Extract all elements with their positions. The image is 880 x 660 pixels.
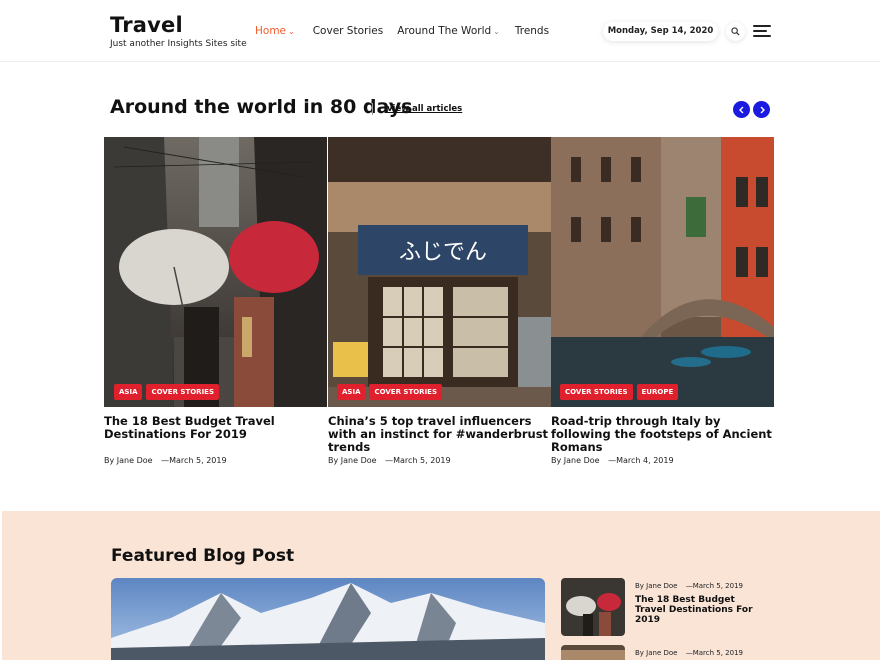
section-title: Around the world in 80 days (110, 96, 413, 118)
chevron-down-icon: ⌄ (493, 27, 500, 36)
venice-canal-photo (551, 137, 774, 407)
article-title[interactable]: China’s 5 top travel influencers with an… (328, 415, 553, 454)
svg-text:ふじでん: ふじでん (399, 240, 487, 265)
side-post-thumbnail[interactable] (561, 645, 625, 660)
author[interactable]: By Jane Doe (635, 582, 677, 590)
article-meta: By Jane Doe —March 4, 2019 (551, 456, 674, 465)
nav-item-label: Trends (514, 25, 550, 37)
post-date: March 5, 2019 (393, 456, 451, 465)
street-with-umbrellas-photo (561, 578, 625, 636)
japanese-shopfront-photo: ふじでん (328, 137, 551, 407)
side-post-title[interactable]: The 18 Best Budget Travel Destinations F… (635, 595, 760, 625)
nav-item-label: Around The World (397, 25, 492, 37)
author[interactable]: By Jane Doe (104, 456, 153, 465)
hamburger-menu-icon[interactable] (753, 24, 771, 38)
card-tags: COVER STORIES EUROPE (560, 384, 679, 400)
view-all-articles-link[interactable]: view all articles (387, 104, 462, 114)
side-post-meta: By Jane Doe —March 5, 2019 (635, 649, 744, 657)
nav-item-label: Home (255, 25, 287, 37)
article-title[interactable]: The 18 Best Budget Travel Destinations F… (104, 415, 329, 441)
carousel-next-button[interactable] (753, 101, 770, 118)
featured-section-title: Featured Blog Post (111, 546, 295, 566)
category-tag[interactable]: ASIA (114, 384, 143, 400)
article-image[interactable]: ふじでん (328, 137, 551, 407)
current-date: Monday, Sep 14, 2020 (603, 22, 718, 41)
card-tags: ASIA COVER STORIES (114, 384, 219, 400)
chevron-down-icon: ⌄ (288, 27, 295, 36)
featured-image[interactable] (111, 578, 545, 660)
category-tag[interactable]: COVER STORIES (146, 384, 219, 400)
category-tag[interactable]: COVER STORIES (560, 384, 633, 400)
nav-item-home[interactable]: Home ⌄ (255, 25, 295, 37)
post-date: March 5, 2019 (692, 582, 744, 590)
category-tag[interactable]: COVER STORIES (369, 384, 442, 400)
chevron-left-icon (738, 106, 743, 113)
category-tag[interactable]: ASIA (337, 384, 366, 400)
snowy-mountains-photo (111, 578, 545, 660)
nav-item-label: Cover Stories (312, 25, 384, 37)
japanese-shopfront-photo (561, 645, 625, 660)
site-header: Travel Just another Insights Sites site … (0, 0, 880, 62)
site-title[interactable]: Travel (110, 13, 247, 37)
author[interactable]: By Jane Doe (328, 456, 377, 465)
side-post-thumbnail[interactable] (561, 578, 625, 636)
card-tags: ASIA COVER STORIES (337, 384, 442, 400)
article-image[interactable] (551, 137, 774, 407)
author[interactable]: By Jane Doe (551, 456, 600, 465)
chevron-right-icon (760, 106, 765, 113)
site-logo[interactable]: Travel Just another Insights Sites site (110, 13, 247, 49)
article-title[interactable]: Road-trip through Italy by following the… (551, 415, 776, 454)
post-date: March 4, 2019 (616, 456, 674, 465)
category-tag[interactable]: EUROPE (636, 384, 679, 400)
nav-item-trends[interactable]: Trends (515, 25, 549, 37)
nav-item-around-the-world[interactable]: Around The World ⌄ (397, 25, 500, 37)
nav-item-cover-stories[interactable]: Cover Stories (313, 25, 383, 37)
search-button[interactable] (726, 22, 745, 41)
main-nav: Home ⌄ Cover Stories Around The World ⌄ Tr… (255, 25, 549, 37)
post-date: March 5, 2019 (169, 456, 227, 465)
article-meta: By Jane Doe —March 5, 2019 (104, 456, 227, 465)
post-date: March 5, 2019 (692, 649, 744, 657)
street-with-umbrellas-photo (104, 137, 327, 407)
carousel-prev-button[interactable] (733, 101, 750, 118)
site-tagline: Just another Insights Sites site (110, 39, 247, 49)
article-image[interactable] (104, 137, 327, 407)
author[interactable]: By Jane Doe (635, 649, 677, 657)
title-divider (372, 103, 373, 115)
search-icon (731, 27, 740, 36)
side-post-meta: By Jane Doe —March 5, 2019 (635, 582, 744, 590)
article-meta: By Jane Doe —March 5, 2019 (328, 456, 451, 465)
